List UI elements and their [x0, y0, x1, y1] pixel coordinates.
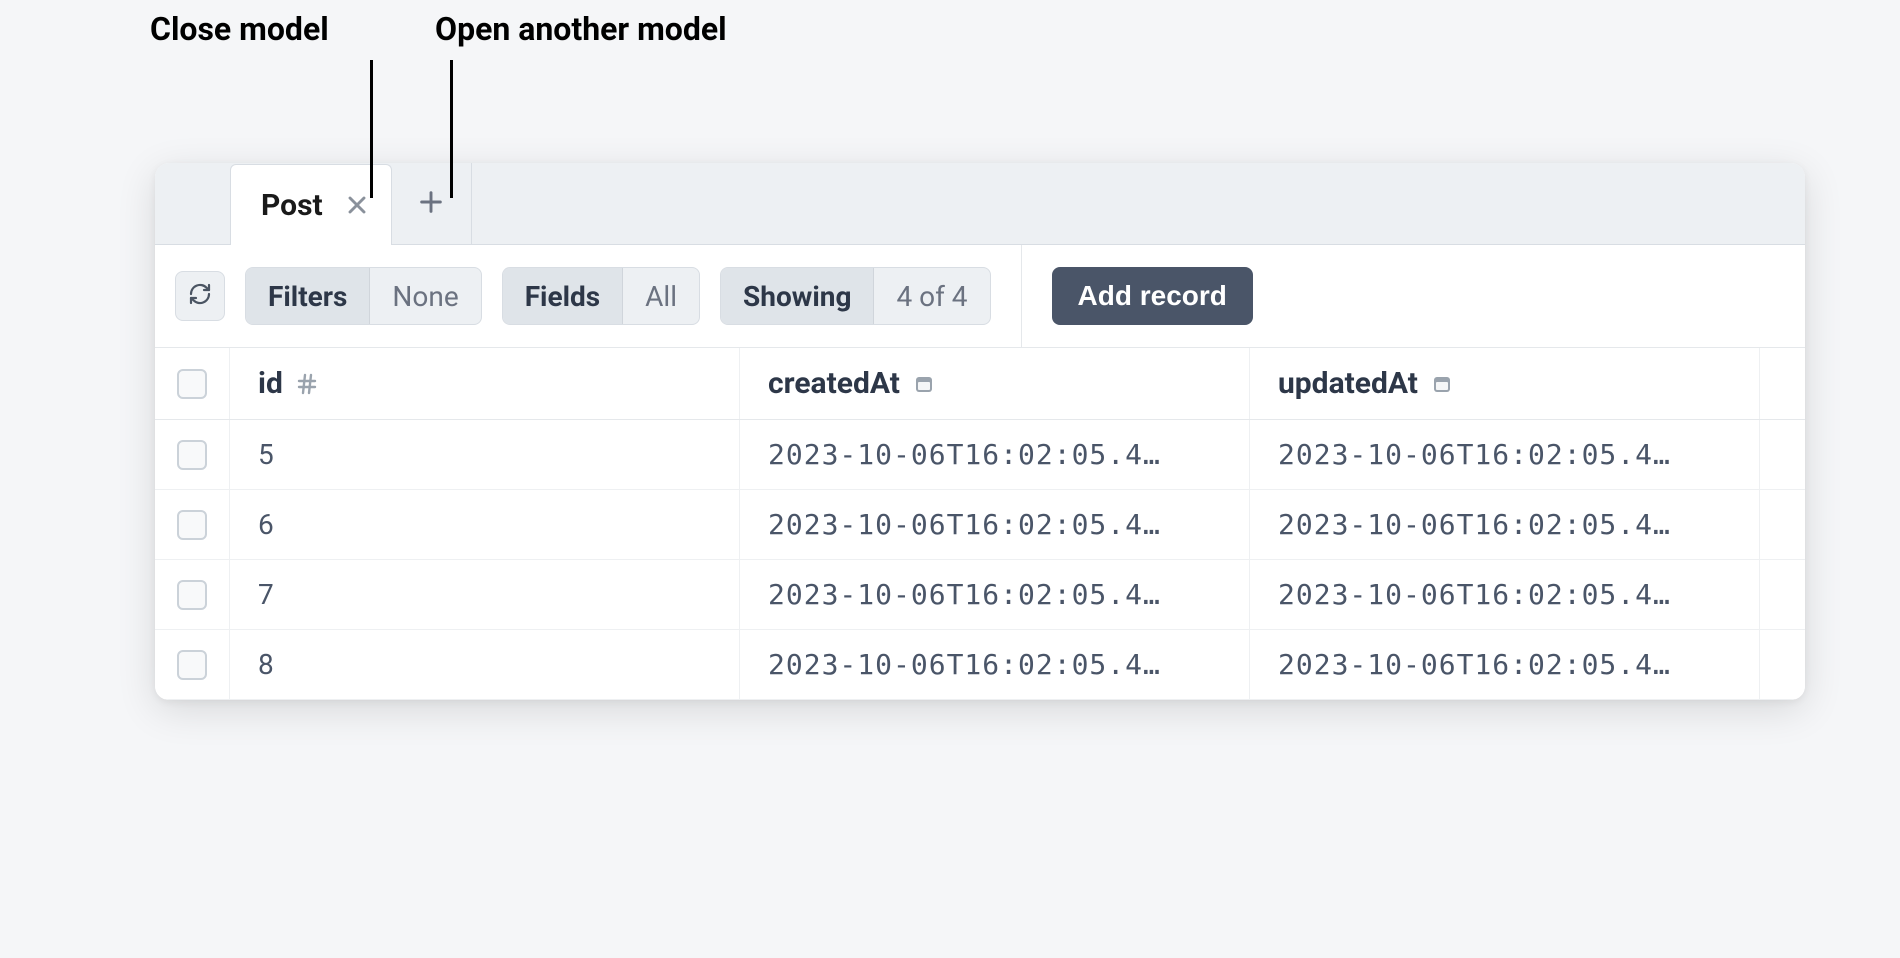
cell-value-updatedat: 2023-10-06T16:02:05.4…: [1278, 648, 1671, 681]
cell-value-id: 6: [258, 508, 274, 541]
add-tab-button[interactable]: [392, 163, 472, 244]
cell-id[interactable]: 7: [230, 560, 740, 629]
row-checkbox[interactable]: [177, 580, 207, 610]
toolbar-divider: [1021, 245, 1022, 347]
cell-value-id: 7: [258, 578, 274, 611]
cell-createdat[interactable]: 2023-10-06T16:02:05.4…: [740, 420, 1250, 489]
column-label-updatedat: updatedAt: [1278, 366, 1418, 401]
cell-id[interactable]: 5: [230, 420, 740, 489]
calendar-icon: [1430, 372, 1454, 396]
row-checkbox-cell: [155, 560, 230, 629]
filters-pill[interactable]: Filters None: [245, 267, 482, 325]
select-all-checkbox[interactable]: [177, 369, 207, 399]
cell-value-updatedat: 2023-10-06T16:02:05.4…: [1278, 508, 1671, 541]
annotation-open-model: Open another model: [435, 10, 727, 48]
cell-id[interactable]: 6: [230, 490, 740, 559]
filters-label: Filters: [246, 268, 370, 324]
header-checkbox-cell: [155, 348, 230, 419]
filters-value: None: [370, 268, 480, 324]
cell-value-updatedat: 2023-10-06T16:02:05.4…: [1278, 578, 1671, 611]
cell-id[interactable]: 8: [230, 630, 740, 699]
tab-bar: Post: [155, 163, 1805, 245]
hash-icon: [295, 372, 319, 396]
refresh-icon: [188, 282, 212, 310]
cell-updatedat[interactable]: 2023-10-06T16:02:05.4…: [1250, 420, 1760, 489]
cell-updatedat[interactable]: 2023-10-06T16:02:05.4…: [1250, 630, 1760, 699]
row-checkbox[interactable]: [177, 440, 207, 470]
row-checkbox[interactable]: [177, 650, 207, 680]
tab-post[interactable]: Post: [230, 164, 392, 245]
cell-value-createdat: 2023-10-06T16:02:05.4…: [768, 438, 1161, 471]
cell-updatedat[interactable]: 2023-10-06T16:02:05.4…: [1250, 490, 1760, 559]
fields-pill[interactable]: Fields All: [502, 267, 700, 325]
column-header-updatedat[interactable]: updatedAt: [1250, 348, 1760, 419]
annotation-close-model: Close model: [150, 10, 329, 48]
cell-createdat[interactable]: 2023-10-06T16:02:05.4…: [740, 630, 1250, 699]
cell-value-id: 5: [258, 438, 274, 471]
table-body: 5 2023-10-06T16:02:05.4… 2023-10-06T16:0…: [155, 420, 1805, 700]
toolbar: Filters None Fields All Showing 4 of 4 A…: [155, 245, 1805, 348]
calendar-icon: [912, 372, 936, 396]
cell-value-createdat: 2023-10-06T16:02:05.4…: [768, 578, 1161, 611]
cell-createdat[interactable]: 2023-10-06T16:02:05.4…: [740, 560, 1250, 629]
column-header-createdat[interactable]: createdAt: [740, 348, 1250, 419]
data-table: id createdAt updatedAt: [155, 348, 1805, 700]
fields-value: All: [623, 268, 699, 324]
showing-value: 4 of 4: [874, 268, 989, 324]
row-checkbox-cell: [155, 630, 230, 699]
table-row[interactable]: 7 2023-10-06T16:02:05.4… 2023-10-06T16:0…: [155, 560, 1805, 630]
column-label-id: id: [258, 366, 283, 401]
cell-value-createdat: 2023-10-06T16:02:05.4…: [768, 648, 1161, 681]
table-header-row: id createdAt updatedAt: [155, 348, 1805, 420]
tab-label: Post: [261, 188, 323, 223]
fields-label: Fields: [503, 268, 623, 324]
plus-icon: [417, 188, 445, 220]
table-row[interactable]: 8 2023-10-06T16:02:05.4… 2023-10-06T16:0…: [155, 630, 1805, 700]
showing-label: Showing: [721, 268, 874, 324]
row-checkbox-cell: [155, 420, 230, 489]
showing-pill[interactable]: Showing 4 of 4: [720, 267, 990, 325]
cell-value-createdat: 2023-10-06T16:02:05.4…: [768, 508, 1161, 541]
close-icon[interactable]: [343, 191, 371, 219]
table-row[interactable]: 6 2023-10-06T16:02:05.4… 2023-10-06T16:0…: [155, 490, 1805, 560]
annotation-line-close: [370, 60, 373, 198]
cell-value-updatedat: 2023-10-06T16:02:05.4…: [1278, 438, 1671, 471]
refresh-button[interactable]: [175, 271, 225, 321]
column-header-id[interactable]: id: [230, 348, 740, 419]
cell-createdat[interactable]: 2023-10-06T16:02:05.4…: [740, 490, 1250, 559]
annotation-line-open: [450, 60, 453, 198]
add-record-button[interactable]: Add record: [1052, 267, 1253, 325]
row-checkbox[interactable]: [177, 510, 207, 540]
add-record-label: Add record: [1078, 280, 1227, 312]
cell-updatedat[interactable]: 2023-10-06T16:02:05.4…: [1250, 560, 1760, 629]
table-row[interactable]: 5 2023-10-06T16:02:05.4… 2023-10-06T16:0…: [155, 420, 1805, 490]
column-label-createdat: createdAt: [768, 366, 900, 401]
cell-value-id: 8: [258, 648, 274, 681]
data-browser-panel: Post Filters None Fields All: [155, 163, 1805, 700]
row-checkbox-cell: [155, 490, 230, 559]
